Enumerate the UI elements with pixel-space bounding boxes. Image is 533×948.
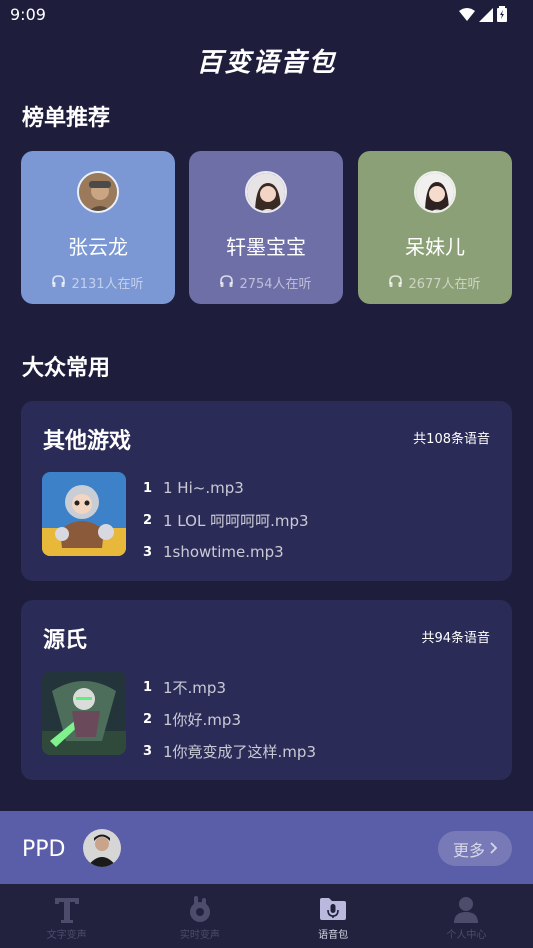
nav-item-text-voice[interactable]: 文字变声 [0, 884, 133, 948]
nav-label: 实时变声 [179, 930, 220, 941]
more-label: 更多 [452, 840, 485, 860]
nav-label: 个人中心 [446, 930, 487, 941]
nav-label: 语音包 [318, 930, 349, 941]
text-icon [52, 894, 82, 924]
rank-name: 呆妹儿 [405, 235, 465, 259]
avatar [414, 171, 456, 213]
nav-item-realtime-voice[interactable]: 实时变声 [133, 884, 266, 948]
realtime-voice-icon [185, 894, 215, 924]
category-thumbnail [42, 671, 126, 755]
avatar [77, 171, 119, 213]
rank-card-2[interactable]: 轩墨宝宝 2754人在听 [189, 151, 343, 304]
profile-icon [451, 894, 481, 924]
more-button[interactable]: 更多 [438, 831, 512, 866]
nav-item-voice-pack[interactable]: 语音包 [267, 884, 400, 948]
category-title: 其他游戏 [43, 429, 132, 454]
rank-name: 张云龙 [68, 235, 128, 259]
rank-card-3[interactable]: 呆妹儿 2677人在听 [358, 151, 512, 304]
rank-listeners: 2754人在听 [189, 273, 343, 292]
bottom-nav: 文字变声 实时变声 语音包 个人中心 [0, 884, 533, 948]
chevron-right-icon [489, 839, 498, 858]
category-count: 共108条语音 [413, 432, 490, 447]
track-item[interactable]: 1 1 Hi~.mp3 [143, 472, 309, 504]
track-number: 2 [143, 711, 153, 727]
track-item[interactable]: 1 1不.mp3 [143, 671, 316, 703]
ppd-label: PPD [22, 837, 66, 862]
rank-listeners: 2131人在听 [21, 273, 175, 292]
nav-label: 文字变声 [46, 930, 87, 941]
status-time: 9:09 [10, 5, 46, 24]
ranking-section-title: 榜单推荐 [22, 106, 111, 131]
voice-pack-icon [318, 894, 348, 924]
rank-card-1[interactable]: 张云龙 2131人在听 [21, 151, 175, 304]
listeners-text: 2677人在听 [408, 277, 481, 292]
ppd-banner[interactable]: PPD 更多 [0, 811, 533, 884]
track-name: 1showtime.mp3 [163, 543, 284, 561]
track-number: 2 [143, 512, 153, 528]
nav-item-profile[interactable]: 个人中心 [400, 884, 533, 948]
track-name: 1你好.mp3 [163, 710, 241, 729]
rank-listeners: 2677人在听 [358, 273, 512, 292]
listeners-text: 2754人在听 [239, 277, 312, 292]
status-icons [459, 6, 507, 26]
track-item[interactable]: 2 1 LOL 呵呵呵呵.mp3 [143, 504, 309, 536]
track-name: 1 Hi~.mp3 [163, 479, 244, 497]
wifi-icon [459, 7, 475, 26]
category-card-2[interactable]: 源氏 共94条语音 1 1不.mp3 2 1你好.mp3 3 1你竟变成了这样.… [21, 600, 512, 780]
track-list: 1 1不.mp3 2 1你好.mp3 3 1你竟变成了这样.mp3 [143, 671, 316, 767]
track-number: 1 [143, 679, 153, 695]
track-name: 1你竟变成了这样.mp3 [163, 742, 316, 761]
app-screen: 9:09 百变语音包 榜单推荐 张云龙 2131人在听 轩墨宝宝 2754人在听… [0, 0, 533, 948]
track-item[interactable]: 2 1你好.mp3 [143, 703, 316, 735]
track-item[interactable]: 3 1showtime.mp3 [143, 536, 309, 568]
track-number: 3 [143, 743, 153, 759]
track-list: 1 1 Hi~.mp3 2 1 LOL 呵呵呵呵.mp3 3 1showtime… [143, 472, 309, 568]
track-item[interactable]: 3 1你竟变成了这样.mp3 [143, 735, 316, 767]
app-title: 百变语音包 [196, 48, 337, 78]
track-number: 3 [143, 544, 153, 560]
signal-icon [479, 7, 493, 26]
category-card-1[interactable]: 其他游戏 共108条语音 1 1 Hi~.mp3 2 1 LOL 呵呵呵呵.mp… [21, 401, 512, 581]
battery-icon [497, 6, 507, 26]
category-count: 共94条语音 [421, 631, 490, 646]
headphones-icon [52, 274, 66, 291]
track-name: 1不.mp3 [163, 678, 226, 697]
track-name: 1 LOL 呵呵呵呵.mp3 [163, 511, 309, 530]
common-section-title: 大众常用 [22, 356, 111, 381]
rank-name: 轩墨宝宝 [226, 235, 306, 259]
headphones-icon [220, 274, 234, 291]
avatar [83, 829, 121, 867]
status-bar: 9:09 [0, 0, 533, 30]
avatar [245, 171, 287, 213]
listeners-text: 2131人在听 [71, 277, 144, 292]
category-title: 源氏 [43, 628, 88, 653]
category-thumbnail [42, 472, 126, 556]
track-number: 1 [143, 480, 153, 496]
headphones-icon [389, 274, 403, 291]
